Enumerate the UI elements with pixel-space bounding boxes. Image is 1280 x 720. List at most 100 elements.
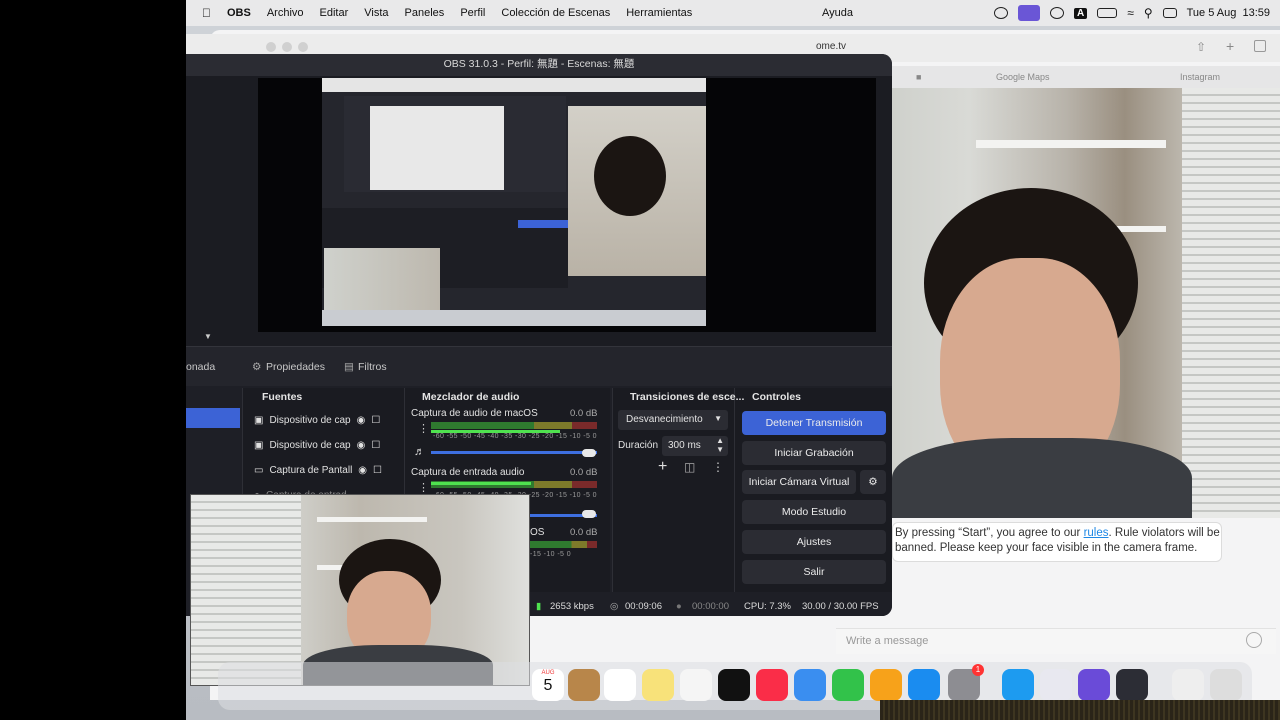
volume-knob[interactable] (582, 449, 596, 457)
stepper-icon[interactable]: ▲ ▼ (716, 436, 724, 454)
new-tab-icon[interactable]: + (1226, 38, 1234, 54)
more-icon[interactable]: ⋮ (712, 460, 724, 474)
rules-link[interactable]: rules (1084, 527, 1109, 539)
lock-icon[interactable]: ☐ (371, 440, 380, 451)
menu-vista[interactable]: Vista (356, 7, 396, 19)
lock-icon[interactable]: ☐ (371, 415, 380, 426)
filters-button[interactable]: Filtros (358, 361, 387, 373)
fps: 30.00 / 30.00 FPS (802, 601, 879, 612)
menu-bar:  OBS Archivo Editar Vista Paneles Perfi… (186, 0, 1280, 26)
freeform-icon[interactable] (680, 669, 712, 701)
stop-streaming-button[interactable]: Detener Transmisión (742, 411, 886, 435)
camera-icon: ▣ (254, 439, 264, 451)
calendar-month: AUG (541, 670, 555, 676)
transition-select[interactable]: Desvanecimiento ▼ (618, 410, 728, 430)
audio-meter (530, 541, 597, 548)
preview-nested-screen (370, 106, 504, 190)
share-icon[interactable]: ⇧ (1196, 40, 1206, 54)
app-store-icon[interactable] (908, 669, 940, 701)
input-source-icon[interactable]: A (1073, 7, 1088, 19)
wallet-icon[interactable] (568, 669, 600, 701)
tab-google-maps[interactable]: Google Maps (996, 72, 1050, 82)
properties-button[interactable]: Propiedades (266, 361, 325, 373)
trash-icon[interactable] (1210, 669, 1242, 701)
pages-icon[interactable] (870, 669, 902, 701)
add-transition-icon[interactable]: + (658, 458, 667, 476)
mixer-menu-icon[interactable]: ⋮ (418, 481, 429, 494)
window-zoom-button[interactable] (298, 42, 308, 52)
eye-icon[interactable]: ◉ (358, 465, 367, 476)
menu-perfil[interactable]: Perfil (452, 7, 493, 19)
music-icon[interactable] (756, 669, 788, 701)
keynote-icon[interactable] (794, 669, 826, 701)
chat-input[interactable]: Write a message (836, 628, 1276, 654)
volume-knob[interactable] (582, 510, 596, 518)
transition-type: Desvanecimiento (626, 414, 703, 425)
preview-dock (322, 310, 706, 326)
notes-icon[interactable] (642, 669, 674, 701)
chevron-down-icon: ▼ (714, 414, 722, 423)
address-bar[interactable]: ome.tv (816, 41, 846, 52)
creative-cloud-icon[interactable] (993, 7, 1008, 19)
tab-overview-icon[interactable] (1254, 40, 1266, 52)
menu-clock[interactable]: Tue 5 Aug 13:59 (1187, 7, 1270, 19)
mixer-channel-name: OS (530, 527, 545, 538)
start-virtual-camera-button[interactable]: Iniciar Cámara Virtual (742, 470, 856, 494)
menu-herramientas[interactable]: Herramientas (618, 7, 700, 19)
preview-menubar (322, 78, 706, 92)
menu-ayuda[interactable]: Ayuda (814, 7, 861, 19)
record-icon: ● (676, 601, 682, 612)
apple-tv-icon[interactable] (718, 669, 750, 701)
duration-label: Duración (618, 440, 659, 451)
numbers-icon[interactable] (832, 669, 864, 701)
menu-editar[interactable]: Editar (312, 7, 357, 19)
window-close-button[interactable] (266, 42, 276, 52)
shortcuts-icon[interactable] (1078, 669, 1110, 701)
source-row[interactable]: ▣ Dispositivo de cap ◉ ☐ (254, 410, 380, 430)
volume-slider[interactable] (431, 451, 597, 454)
source-row[interactable]: ▭ Captura de Pantall ◉ ☐ (254, 460, 382, 480)
mixer-channel-db: 0.0 dB (570, 527, 598, 538)
chat-notice: By pressing “Start”, you agree to our ru… (892, 522, 1222, 562)
app-icon[interactable] (1040, 669, 1072, 701)
transitions-title: Transiciones de esce... (630, 391, 745, 403)
battery-icon[interactable] (1097, 8, 1118, 18)
apple-icon[interactable]:  (186, 6, 219, 20)
studio-mode-button[interactable]: Modo Estudio (742, 500, 886, 524)
menu-archivo[interactable]: Archivo (259, 7, 312, 19)
exit-button[interactable]: Salir (742, 560, 886, 584)
speaker-icon[interactable]: ♬ (414, 446, 425, 458)
self-video (190, 494, 530, 686)
tab-instagram[interactable]: Instagram (1180, 72, 1220, 82)
camera-tab-icon[interactable]: ■ (916, 72, 921, 82)
play-icon[interactable] (1049, 7, 1064, 19)
scene-selected-row[interactable] (186, 408, 240, 428)
obs-icon[interactable] (1116, 669, 1148, 701)
browser-tabs: ■ Google Maps Instagram (892, 66, 1280, 88)
chevron-down-icon[interactable]: ▼ (204, 332, 212, 341)
gear-icon[interactable]: ⚙ (860, 470, 886, 494)
mixer-menu-icon[interactable]: ⋮ (418, 422, 429, 435)
wifi-icon[interactable]: ≈ (1127, 6, 1134, 20)
search-icon[interactable]: ⚲ (1144, 6, 1153, 20)
menu-paneles[interactable]: Paneles (397, 7, 453, 19)
trash-icon[interactable]: ◫ (684, 460, 695, 474)
emoji-icon[interactable] (1246, 632, 1262, 648)
screen-share-icon[interactable] (1017, 5, 1040, 21)
duration-input[interactable]: 300 ms ▲ ▼ (662, 436, 728, 456)
control-center-icon[interactable] (1162, 8, 1177, 18)
menu-coleccion-escenas[interactable]: Colección de Escenas (493, 7, 618, 19)
start-recording-button[interactable]: Iniciar Grabación (742, 441, 886, 465)
calendar-icon[interactable]: AUG 5 (532, 669, 564, 701)
eye-icon[interactable]: ◉ (357, 440, 366, 451)
twitter-icon[interactable] (1002, 669, 1034, 701)
menu-app-name[interactable]: OBS (219, 7, 259, 19)
document-icon[interactable] (1172, 669, 1204, 701)
window-minimize-button[interactable] (282, 42, 292, 52)
record-time: 00:00:00 (692, 601, 729, 612)
eye-icon[interactable]: ◉ (357, 415, 366, 426)
reminders-icon[interactable] (604, 669, 636, 701)
source-row[interactable]: ▣ Dispositivo de cap ◉ ☐ (254, 435, 380, 455)
lock-icon[interactable]: ☐ (373, 465, 382, 476)
settings-button[interactable]: Ajustes (742, 530, 886, 554)
